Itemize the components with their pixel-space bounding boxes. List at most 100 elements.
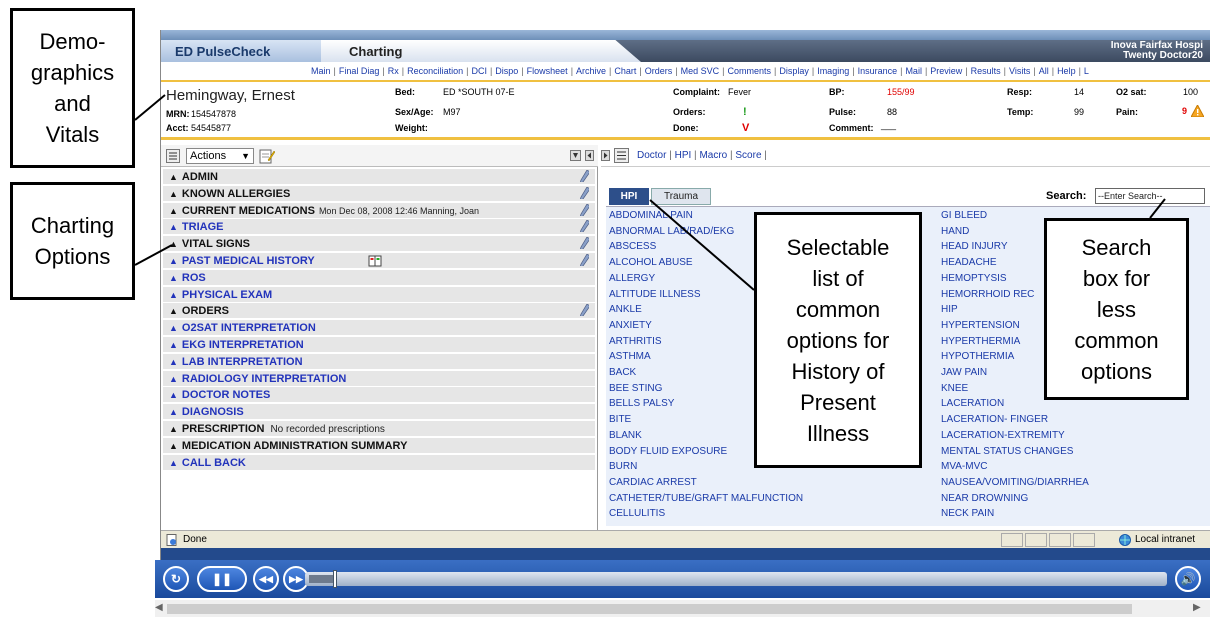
nav-link[interactable]: Med SVC bbox=[681, 66, 720, 76]
chart-section[interactable]: ▲ DIAGNOSIS bbox=[163, 404, 595, 421]
chart-section[interactable]: ▲ TRIAGE bbox=[163, 219, 595, 236]
hpi-item[interactable]: HEAD INJURY bbox=[941, 239, 1008, 254]
chart-section[interactable]: ▲ PRESCRIPTION No recorded prescriptions bbox=[163, 421, 595, 437]
chart-section[interactable]: ▲ PAST MEDICAL HISTORY bbox=[163, 253, 595, 269]
panel-left-arrow-icon[interactable] bbox=[585, 150, 594, 161]
hpi-toolbar-link[interactable]: HPI bbox=[675, 150, 692, 161]
hpi-toolbar-link[interactable]: Doctor bbox=[637, 150, 666, 161]
collapse-icon[interactable] bbox=[570, 150, 581, 161]
pencil-icon[interactable] bbox=[580, 304, 589, 317]
tab-trauma[interactable]: Trauma bbox=[651, 188, 711, 205]
hpi-item[interactable]: NAUSEA/VOMITING/DIARRHEA bbox=[941, 475, 1089, 490]
volume-icon[interactable]: 🔊 bbox=[1175, 566, 1201, 592]
pencil-icon[interactable] bbox=[580, 254, 589, 266]
hpi-item[interactable]: ABDOMINAL PAIN bbox=[609, 208, 693, 223]
list-icon[interactable] bbox=[614, 148, 629, 163]
nav-link[interactable]: Comments bbox=[727, 66, 771, 76]
scroll-right-icon[interactable]: ▶ bbox=[1193, 602, 1201, 613]
hpi-item[interactable]: ARTHRITIS bbox=[609, 334, 662, 349]
hpi-item[interactable]: MVA-MVC bbox=[941, 459, 987, 474]
hpi-toolbar-link[interactable]: Score bbox=[735, 150, 761, 161]
nav-link[interactable]: L bbox=[1084, 66, 1089, 76]
horizontal-scrollbar[interactable]: ◀ ▶ bbox=[155, 600, 1210, 617]
hpi-item[interactable]: ALTITUDE ILLNESS bbox=[609, 287, 701, 302]
hpi-item[interactable]: KNEE bbox=[941, 381, 968, 396]
chart-section[interactable]: ▲ PHYSICAL EXAM bbox=[163, 286, 595, 303]
hpi-item[interactable]: JAW PAIN bbox=[941, 365, 987, 380]
search-input[interactable]: --Enter Search-- bbox=[1095, 188, 1205, 204]
hpi-item[interactable]: LACERATION- FINGER bbox=[941, 412, 1048, 427]
hpi-item[interactable]: HEMORRHOID REC bbox=[941, 287, 1034, 302]
nav-link[interactable]: Dispo bbox=[495, 66, 518, 76]
actions-dropdown[interactable]: Actions ▼ bbox=[186, 148, 254, 164]
tab-hpi[interactable]: HPI bbox=[609, 188, 649, 205]
nav-link[interactable]: Visits bbox=[1009, 66, 1030, 76]
hpi-item[interactable]: BEE STING bbox=[609, 381, 662, 396]
nav-link[interactable]: DCI bbox=[471, 66, 487, 76]
book-icon[interactable] bbox=[368, 255, 382, 267]
hpi-toolbar-link[interactable]: Macro bbox=[699, 150, 727, 161]
nav-link[interactable]: Final Diag bbox=[339, 66, 380, 76]
chart-section[interactable]: ▲ EKG INTERPRETATION bbox=[163, 337, 595, 353]
hpi-item[interactable]: ASTHMA bbox=[609, 349, 651, 364]
hpi-item[interactable]: HAND bbox=[941, 224, 969, 239]
hpi-item[interactable]: LACERATION-EXTREMITY bbox=[941, 428, 1065, 443]
nav-link[interactable]: Insurance bbox=[858, 66, 898, 76]
nav-link[interactable]: Orders bbox=[645, 66, 673, 76]
hpi-item[interactable]: BLANK bbox=[609, 428, 642, 443]
charting-tab[interactable]: Charting bbox=[321, 40, 641, 62]
edit-note-icon[interactable] bbox=[259, 148, 275, 164]
hpi-item[interactable]: ALLERGY bbox=[609, 271, 655, 286]
nav-link[interactable]: Preview bbox=[930, 66, 962, 76]
hpi-item[interactable]: HIP bbox=[941, 302, 958, 317]
hpi-item[interactable]: ABSCESS bbox=[609, 239, 656, 254]
hpi-item[interactable]: CELLULITIS bbox=[609, 506, 665, 521]
nav-link[interactable]: Mail bbox=[905, 66, 922, 76]
chart-section[interactable]: ▲ ADMIN bbox=[163, 169, 595, 185]
hpi-item[interactable]: NECK PAIN bbox=[941, 506, 994, 521]
chart-section[interactable]: ▲ CALL BACK bbox=[163, 454, 595, 471]
progress-track[interactable] bbox=[305, 570, 1167, 588]
pencil-icon[interactable] bbox=[580, 170, 589, 182]
nav-link[interactable]: Help bbox=[1057, 66, 1076, 76]
skip-back-icon[interactable]: ◀◀ bbox=[253, 566, 279, 592]
chart-section[interactable]: ▲ KNOWN ALLERGIES bbox=[163, 185, 595, 202]
hpi-item[interactable]: BACK bbox=[609, 365, 636, 380]
hpi-item[interactable]: ABNORMAL LAB/RAD/EKG bbox=[609, 224, 734, 239]
chart-section[interactable]: ▲ VITAL SIGNS bbox=[163, 236, 595, 253]
orders-flag[interactable]: ! bbox=[743, 106, 747, 118]
chart-section[interactable]: ▲ CURRENT MEDICATIONS Mon Dec 08, 2008 12:… bbox=[163, 202, 595, 219]
nav-link[interactable]: Reconciliation bbox=[407, 66, 463, 76]
hpi-item[interactable]: HYPOTHERMIA bbox=[941, 349, 1014, 364]
nav-link[interactable]: Flowsheet bbox=[527, 66, 568, 76]
nav-link[interactable]: Display bbox=[779, 66, 809, 76]
chart-section[interactable]: ▲ DOCTOR NOTES bbox=[163, 387, 595, 404]
chart-section[interactable]: ▲ LAB INTERPRETATION bbox=[163, 353, 595, 370]
nav-link[interactable]: Main bbox=[311, 66, 331, 76]
hpi-item[interactable]: MENTAL STATUS CHANGES bbox=[941, 444, 1073, 459]
progress-handle[interactable] bbox=[333, 570, 337, 588]
hpi-item[interactable]: CARDIAC ARREST bbox=[609, 475, 697, 490]
chart-section[interactable]: ▲ O2SAT INTERPRETATION bbox=[163, 320, 595, 337]
hpi-item[interactable]: LACERATION bbox=[941, 396, 1004, 411]
pencil-icon[interactable] bbox=[580, 203, 589, 216]
pencil-icon[interactable] bbox=[580, 237, 589, 250]
hpi-item[interactable]: BELLS PALSY bbox=[609, 396, 674, 411]
pencil-icon[interactable] bbox=[580, 186, 589, 199]
hpi-item[interactable]: BODY FLUID EXPOSURE bbox=[609, 444, 727, 459]
nav-link[interactable]: Imaging bbox=[817, 66, 849, 76]
hpi-item[interactable]: NEAR DROWNING bbox=[941, 491, 1028, 506]
replay-icon[interactable]: ↻ bbox=[163, 566, 189, 592]
nav-link[interactable]: Results bbox=[971, 66, 1001, 76]
hpi-item[interactable]: CATHETER/TUBE/GRAFT MALFUNCTION bbox=[609, 491, 803, 506]
comment-value[interactable]: ___ bbox=[881, 120, 896, 130]
chart-section[interactable]: ▲ RADIOLOGY INTERPRETATION bbox=[163, 370, 595, 387]
hpi-item[interactable]: ALCOHOL ABUSE bbox=[609, 255, 693, 270]
hpi-item[interactable]: BITE bbox=[609, 412, 631, 427]
panel-right-arrow-icon[interactable] bbox=[601, 150, 610, 161]
scroll-thumb[interactable] bbox=[167, 604, 1132, 614]
chart-section[interactable]: ▲ ORDERS bbox=[163, 303, 595, 320]
chart-section[interactable]: ▲ ROS bbox=[163, 269, 595, 286]
chart-section[interactable]: ▲ MEDICATION ADMINISTRATION SUMMARY bbox=[163, 437, 595, 454]
scroll-left-icon[interactable]: ◀ bbox=[155, 602, 163, 613]
